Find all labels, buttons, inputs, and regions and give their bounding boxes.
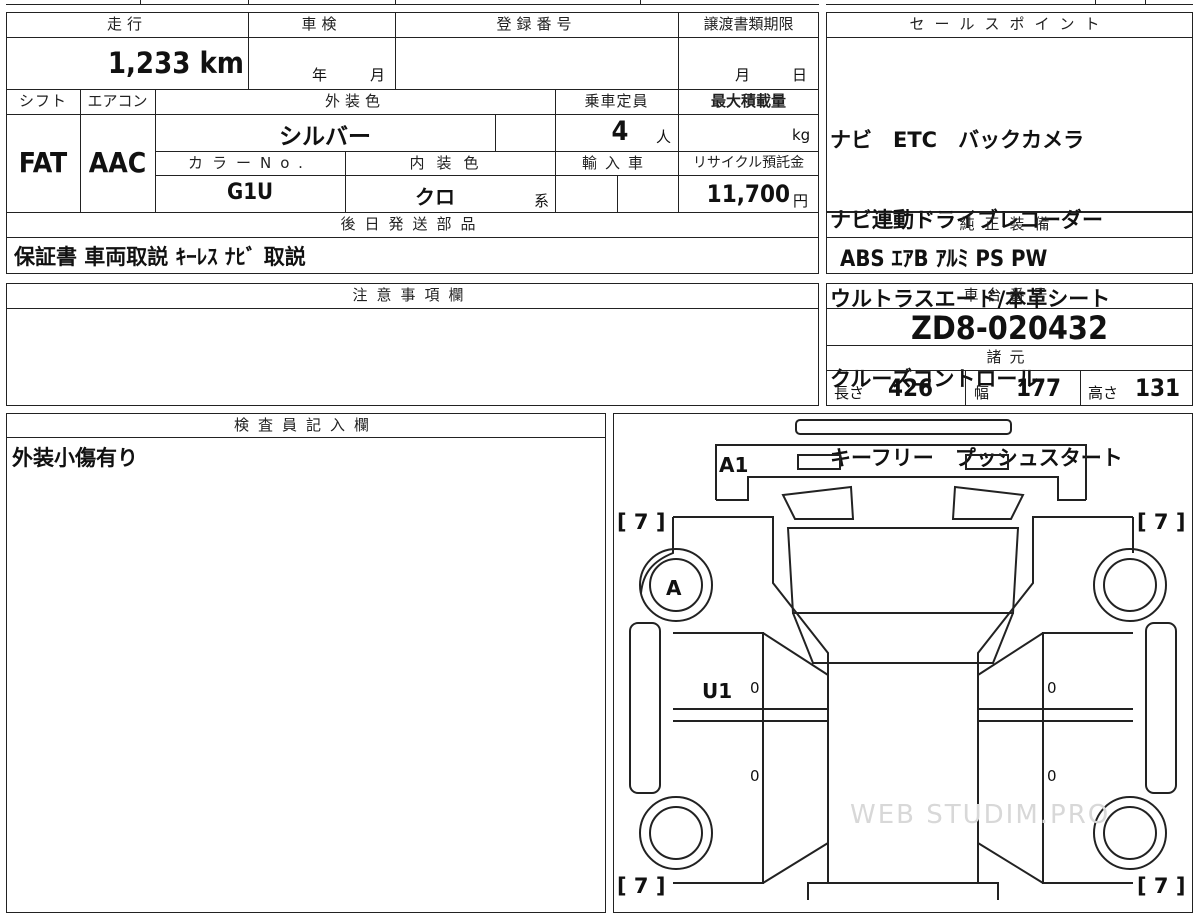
color-no-label: カラーNo. xyxy=(188,154,312,172)
damage-mark-a: A xyxy=(666,576,682,600)
max-load-unit: kg xyxy=(792,126,811,144)
zero-mark: 0 xyxy=(750,679,760,697)
height-value: 131 xyxy=(1135,374,1181,402)
width-label: 幅 xyxy=(974,384,990,402)
mileage-label: 走行 xyxy=(106,15,147,33)
later-shipping-label: 後日発送部品 xyxy=(340,215,485,233)
specs-label: 諸元 xyxy=(986,348,1033,366)
zero-mark: 0 xyxy=(1047,767,1057,785)
exterior-color-value: シルバー xyxy=(279,124,371,150)
inspector-box xyxy=(6,413,606,913)
shift-value: FAT xyxy=(18,146,68,179)
capacity-unit: 人 xyxy=(656,128,672,146)
inspection-month-unit: 月 xyxy=(370,66,386,84)
inspection-year-unit: 年 xyxy=(312,66,328,84)
watermark: WEB STUDIM.PRO xyxy=(850,800,1111,830)
inspector-label: 検査員記入欄 xyxy=(233,416,378,434)
registration-label: 登録番号 xyxy=(496,15,577,33)
tire-mark-front-right: [ 7 ] xyxy=(1137,510,1186,534)
transfer-day-unit: 日 xyxy=(792,66,808,84)
zero-mark: 0 xyxy=(1047,679,1057,697)
recycle-unit: 円 xyxy=(793,192,809,210)
zero-mark: 0 xyxy=(750,767,760,785)
height-label: 高さ xyxy=(1088,384,1119,402)
exterior-color-label: 外装色 xyxy=(324,92,385,110)
recycle-label: リサイクル預託金 xyxy=(692,155,805,171)
sales-point: ナビ ETC バックカメラ xyxy=(830,128,1085,152)
capacity-label: 乗車定員 xyxy=(584,92,649,110)
damage-mark-a1: A1 xyxy=(719,453,749,477)
shift-label: シフト xyxy=(18,92,67,110)
transfer-label: 譲渡書類期限 xyxy=(703,15,794,33)
mileage-value: 1,233 km xyxy=(107,46,244,80)
chassis-label: 車台番号 xyxy=(963,286,1056,304)
tire-mark-rear-right: [ 7 ] xyxy=(1137,874,1186,898)
damage-mark-u1: U1 xyxy=(702,679,733,703)
interior-color-label: 内装色 xyxy=(409,154,491,172)
max-load-label: 最大積載量 xyxy=(710,92,786,110)
genuine-equipment-value: ABS ｴｱB ｱﾙﾐ PS PW xyxy=(840,247,1048,272)
inspector-value: 外装小傷有り xyxy=(12,446,138,470)
notes-label: 注意事項欄 xyxy=(352,286,473,304)
genuine-equipment-label: 純正装備 xyxy=(959,215,1060,233)
length-value: 426 xyxy=(888,374,934,402)
tire-mark-rear-left: [ 7 ] xyxy=(617,874,666,898)
recycle-value: 11,700 xyxy=(706,180,790,208)
later-shipping-value: 保証書 車両取説 ｷｰﾚｽ ﾅﾋﾞ 取説 xyxy=(14,245,306,269)
transfer-month-unit: 月 xyxy=(735,66,751,84)
capacity-value: 4 xyxy=(611,116,629,147)
width-value: 177 xyxy=(1016,374,1062,402)
import-label: 輸入車 xyxy=(581,154,651,172)
interior-color-value: クロ xyxy=(415,185,455,209)
inspection-label: 車検 xyxy=(301,15,342,33)
top-strip xyxy=(0,0,1200,6)
aircon-label: エアコン xyxy=(87,92,148,110)
color-no-value: G1U xyxy=(226,180,274,205)
length-label: 長さ xyxy=(834,384,865,402)
sales-points-label: セールスポイント xyxy=(909,15,1110,33)
aircon-value: AAC xyxy=(88,146,147,179)
interior-color-unit: 系 xyxy=(534,192,550,210)
chassis-value: ZD8-020432 xyxy=(911,309,1108,347)
tire-mark-front-left: [ 7 ] xyxy=(617,510,666,534)
